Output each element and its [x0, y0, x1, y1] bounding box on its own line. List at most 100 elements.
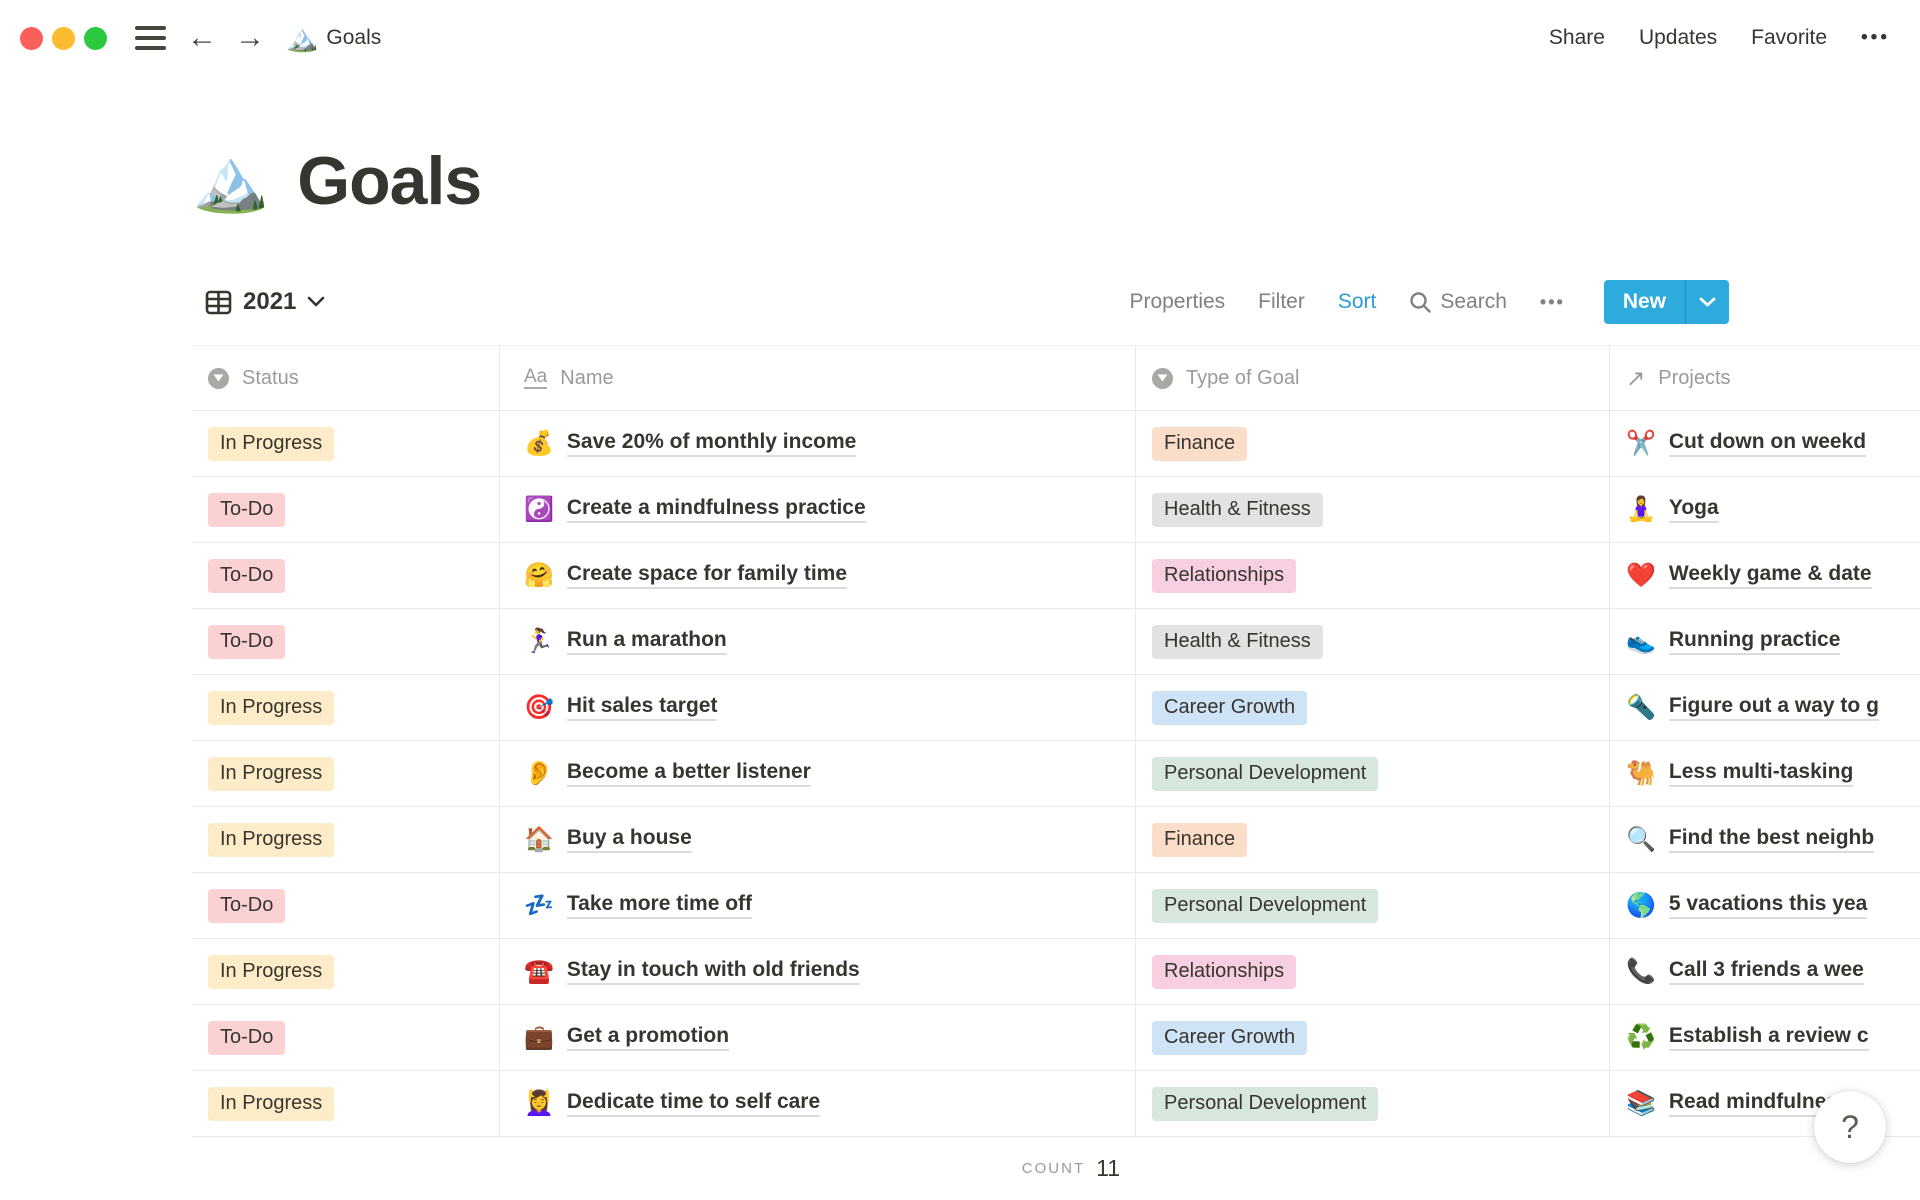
back-arrow-icon[interactable]: ←	[187, 23, 217, 53]
type-of-goal-cell[interactable]: Relationships	[1136, 543, 1610, 608]
projects-cell[interactable]: 🔦 Figure out a way to g	[1610, 675, 1920, 740]
search-button[interactable]: Search	[1409, 290, 1507, 314]
name-cell[interactable]: 🏠 Buy a house	[500, 807, 1136, 872]
minimize-window-button[interactable]	[52, 26, 75, 50]
status-cell[interactable]: To-Do	[192, 543, 500, 608]
goal-page-link[interactable]: Hit sales target	[566, 694, 718, 721]
name-cell[interactable]: 💰 Save 20% of monthly income	[500, 411, 1136, 476]
share-button[interactable]: Share	[1549, 26, 1605, 50]
type-of-goal-cell[interactable]: Personal Development	[1136, 741, 1610, 806]
view-switcher[interactable]: 2021	[192, 288, 325, 316]
column-header-status[interactable]: Status	[192, 346, 500, 410]
type-of-goal-cell[interactable]: Finance	[1136, 411, 1610, 476]
table-row: To-Do 💼 Get a promotion Career Growth ♻️ Esta…	[192, 1005, 1920, 1071]
goal-page-link[interactable]: Stay in touch with old friends	[566, 958, 860, 985]
projects-cell[interactable]: 🔍 Find the best neighb	[1610, 807, 1920, 872]
status-badge: To-Do	[208, 624, 286, 659]
zoom-window-button[interactable]	[84, 26, 107, 50]
name-cell[interactable]: 💆‍♀️ Dedicate time to self care	[500, 1071, 1136, 1136]
close-window-button[interactable]	[20, 26, 43, 50]
updates-button[interactable]: Updates	[1639, 26, 1717, 50]
new-button[interactable]: New	[1603, 280, 1729, 324]
window-topbar: ← → 🏔️ Goals Share Updates Favorite •••	[0, 0, 1920, 76]
type-of-goal-cell[interactable]: Finance	[1136, 807, 1610, 872]
projects-cell[interactable]: ♻️ Establish a review c	[1610, 1005, 1920, 1070]
status-cell[interactable]: To-Do	[192, 609, 500, 674]
name-cell[interactable]: 💤 Take more time off	[500, 873, 1136, 938]
help-button[interactable]: ?	[1814, 1091, 1886, 1163]
column-header-type-of-goal[interactable]: Type of Goal	[1136, 346, 1610, 410]
projects-cell[interactable]: ❤️ Weekly game & date	[1610, 543, 1920, 608]
name-cell[interactable]: 🏃‍♀️ Run a marathon	[500, 609, 1136, 674]
goal-page-link[interactable]: Create a mindfulness practice	[566, 496, 866, 523]
count-footer[interactable]: COUNT 11	[500, 1137, 1136, 1199]
projects-cell[interactable]: 👟 Running practice	[1610, 609, 1920, 674]
goal-page-link[interactable]: Become a better listener	[566, 760, 811, 787]
status-cell[interactable]: To-Do	[192, 477, 500, 542]
projects-cell[interactable]: 🌎 5 vacations this yea	[1610, 873, 1920, 938]
select-property-icon	[1152, 367, 1173, 389]
projects-cell[interactable]: 🐫 Less multi-tasking	[1610, 741, 1920, 806]
more-options-icon[interactable]: •••	[1861, 27, 1890, 49]
status-cell[interactable]: To-Do	[192, 1005, 500, 1070]
properties-button[interactable]: Properties	[1129, 290, 1225, 314]
goal-page-link[interactable]: Buy a house	[566, 826, 692, 853]
type-of-goal-cell[interactable]: Personal Development	[1136, 1071, 1610, 1136]
forward-arrow-icon[interactable]: →	[235, 23, 265, 53]
view-more-options-icon[interactable]: •••	[1540, 292, 1565, 313]
project-page-link[interactable]: Find the best neighb	[1668, 826, 1875, 853]
status-cell[interactable]: In Progress	[192, 411, 500, 476]
project-page-link[interactable]: 5 vacations this yea	[1668, 892, 1868, 919]
type-of-goal-cell[interactable]: Relationships	[1136, 939, 1610, 1004]
type-of-goal-cell[interactable]: Personal Development	[1136, 873, 1610, 938]
goal-page-link[interactable]: Save 20% of monthly income	[566, 430, 857, 457]
goal-emoji-icon: 🎯	[524, 693, 554, 721]
goal-page-link[interactable]: Dedicate time to self care	[566, 1090, 821, 1117]
status-cell[interactable]: In Progress	[192, 1071, 500, 1136]
type-of-goal-cell[interactable]: Health & Fitness	[1136, 477, 1610, 542]
projects-cell[interactable]: 📞 Call 3 friends a wee	[1610, 939, 1920, 1004]
goal-page-link[interactable]: Take more time off	[566, 892, 753, 919]
favorite-button[interactable]: Favorite	[1751, 26, 1827, 50]
name-cell[interactable]: ☎️ Stay in touch with old friends	[500, 939, 1136, 1004]
name-cell[interactable]: 💼 Get a promotion	[500, 1005, 1136, 1070]
project-page-link[interactable]: Establish a review c	[1668, 1024, 1869, 1051]
name-cell[interactable]: 🤗 Create space for family time	[500, 543, 1136, 608]
status-cell[interactable]: In Progress	[192, 939, 500, 1004]
project-page-link[interactable]: Less multi-tasking	[1668, 760, 1854, 787]
sidebar-menu-icon[interactable]	[135, 26, 166, 50]
project-page-link[interactable]: Cut down on weekd	[1668, 430, 1867, 457]
project-page-link[interactable]: Running practice	[1668, 628, 1841, 655]
sort-button[interactable]: Sort	[1338, 290, 1377, 314]
type-of-goal-cell[interactable]: Health & Fitness	[1136, 609, 1610, 674]
project-page-link[interactable]: Yoga	[1668, 496, 1719, 523]
type-of-goal-cell[interactable]: Career Growth	[1136, 1005, 1610, 1070]
page-mountain-icon[interactable]: 🏔️	[192, 150, 269, 212]
view-name[interactable]: 2021	[243, 288, 296, 316]
name-cell[interactable]: 🎯 Hit sales target	[500, 675, 1136, 740]
filter-button[interactable]: Filter	[1258, 290, 1305, 314]
status-cell[interactable]: In Progress	[192, 675, 500, 740]
column-header-projects[interactable]: ↗ Projects	[1610, 346, 1920, 410]
goal-page-link[interactable]: Get a promotion	[566, 1024, 730, 1051]
name-cell[interactable]: 👂 Become a better listener	[500, 741, 1136, 806]
table-row: In Progress ☎️ Stay in touch with old frie…	[192, 939, 1920, 1005]
project-page-link[interactable]: Call 3 friends a wee	[1668, 958, 1864, 985]
project-page-link[interactable]: Figure out a way to g	[1668, 694, 1879, 721]
new-button-label[interactable]: New	[1604, 280, 1685, 324]
breadcrumb-page-title[interactable]: Goals	[326, 26, 381, 50]
project-page-link[interactable]: Weekly game & date	[1668, 562, 1872, 589]
name-cell[interactable]: ☯️ Create a mindfulness practice	[500, 477, 1136, 542]
goal-page-link[interactable]: Run a marathon	[566, 628, 727, 655]
column-header-name[interactable]: Aa Name	[500, 346, 1136, 410]
new-dropdown-button[interactable]	[1685, 280, 1729, 324]
status-cell[interactable]: To-Do	[192, 873, 500, 938]
projects-cell[interactable]: ✂️ Cut down on weekd	[1610, 411, 1920, 476]
table-row: To-Do 💤 Take more time off Personal Develop…	[192, 873, 1920, 939]
status-cell[interactable]: In Progress	[192, 741, 500, 806]
status-badge: In Progress	[208, 690, 335, 725]
goal-page-link[interactable]: Create space for family time	[566, 562, 848, 589]
projects-cell[interactable]: 🧘‍♀️ Yoga	[1610, 477, 1920, 542]
status-cell[interactable]: In Progress	[192, 807, 500, 872]
type-of-goal-cell[interactable]: Career Growth	[1136, 675, 1610, 740]
